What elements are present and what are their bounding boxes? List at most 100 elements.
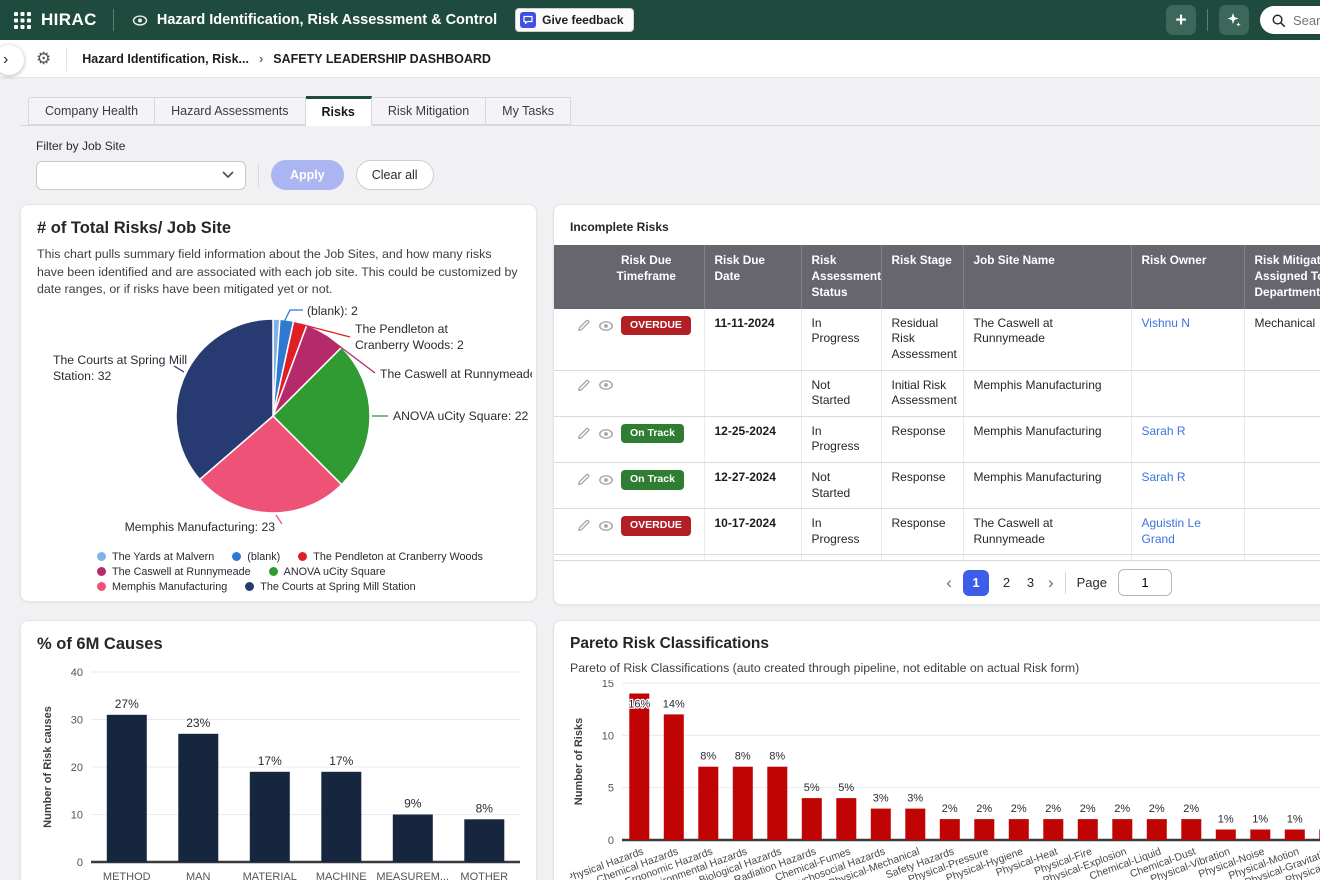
view-record-icon[interactable] xyxy=(598,519,614,533)
search-icon xyxy=(1271,13,1286,28)
table-header-row: Risk Due Timeframe Risk Due Date Risk As… xyxy=(554,245,1320,309)
pie-callout-label: Station: 32 xyxy=(53,369,111,383)
app-grid-icon[interactable] xyxy=(14,12,31,29)
breadcrumb-current-page: SAFETY LEADERSHIP DASHBOARD xyxy=(273,52,491,66)
cell-risk-stage: Response xyxy=(892,424,946,438)
add-button[interactable]: + xyxy=(1166,5,1196,35)
col-risk-stage[interactable]: Risk Stage xyxy=(881,245,963,309)
give-feedback-button[interactable]: Give feedback xyxy=(515,8,633,32)
edit-record-icon[interactable] xyxy=(576,426,591,441)
cell-job-site: Memphis Manufacturing xyxy=(974,470,1102,484)
panel-title: % of 6M Causes xyxy=(37,635,520,654)
legend-dot xyxy=(245,582,254,591)
edit-record-icon[interactable] xyxy=(576,472,591,487)
page-title: Hazard Identification, Risk Assessment &… xyxy=(157,12,497,28)
apply-button[interactable]: Apply xyxy=(271,160,344,190)
legend-label: ANOVA uCity Square xyxy=(284,566,386,578)
legend-item[interactable]: The Pendleton at Cranberry Woods xyxy=(298,551,483,563)
cell-due-date: 12-25-2024 xyxy=(715,424,776,438)
cell-assessment-status: In Progress xyxy=(812,316,860,346)
bar xyxy=(802,798,822,840)
legend-item[interactable]: The Yards at Malvern xyxy=(97,551,214,563)
table-title: Incomplete Risks xyxy=(554,205,1320,245)
col-risk-mitigation-department[interactable]: Risk Mitigation Assigned To - Department xyxy=(1244,245,1320,309)
page-3-button[interactable]: 3 xyxy=(1024,575,1037,590)
tab-risk-mitigation[interactable]: Risk Mitigation xyxy=(372,97,486,125)
bar xyxy=(836,798,856,840)
cell-due-date: 11-11-2024 xyxy=(715,316,775,330)
bar-value-label: 16% xyxy=(628,698,650,710)
tab-my-tasks[interactable]: My Tasks xyxy=(486,97,571,125)
view-record-icon[interactable] xyxy=(598,378,614,392)
panel-subtitle: Pareto of Risk Classifications (auto cre… xyxy=(570,661,1320,675)
legend-dot xyxy=(97,567,106,576)
risk-owner-link[interactable]: Sarah R xyxy=(1142,424,1186,438)
bar-value-label: 2% xyxy=(1011,803,1027,815)
view-record-icon[interactable] xyxy=(598,473,614,487)
page-number-input[interactable] xyxy=(1118,569,1172,596)
view-record-icon[interactable] xyxy=(598,427,614,441)
risk-owner-link[interactable]: Sarah R xyxy=(1142,470,1186,484)
tab-hazard-assessments[interactable]: Hazard Assessments xyxy=(155,97,305,125)
page-1-button[interactable]: 1 xyxy=(963,570,989,596)
col-risk-due-date[interactable]: Risk Due Date xyxy=(704,245,801,309)
pie-callout-label: Memphis Manufacturing: 23 xyxy=(125,520,276,534)
edit-record-icon[interactable] xyxy=(576,378,591,393)
settings-gear-icon[interactable]: ⚙ xyxy=(36,49,51,69)
legend-item[interactable]: The Courts at Spring Mill Station xyxy=(245,581,415,593)
eye-icon xyxy=(132,14,148,27)
page-2-button[interactable]: 2 xyxy=(1000,575,1013,590)
view-record-icon[interactable] xyxy=(598,319,614,333)
legend-item[interactable]: The Caswell at Runnymeade xyxy=(97,566,251,578)
legend-item[interactable]: ANOVA uCity Square xyxy=(269,566,386,578)
panel-title: Pareto Risk Classifications xyxy=(570,635,1320,653)
cell-assessment-status: Not Started xyxy=(812,378,851,408)
breadcrumb-divider xyxy=(66,47,67,71)
col-risk-owner[interactable]: Risk Owner xyxy=(1131,245,1244,309)
clear-all-button[interactable]: Clear all xyxy=(356,160,434,190)
y-tick-label: 30 xyxy=(71,715,83,727)
y-tick-label: 0 xyxy=(77,857,83,869)
ai-sparkle-button[interactable] xyxy=(1219,5,1249,35)
next-page-button[interactable]: › xyxy=(1048,574,1054,591)
search-input[interactable] xyxy=(1293,13,1320,28)
bar-value-label: 3% xyxy=(907,793,923,805)
panel-description: This chart pulls summary field informati… xyxy=(37,246,520,299)
legend-item[interactable]: Memphis Manufacturing xyxy=(97,581,227,593)
cell-assessment-status: Not Started xyxy=(812,470,851,500)
pie-callout-label: Cranberry Woods: 2 xyxy=(355,338,464,352)
y-axis-label: Number of Risk causes xyxy=(42,706,54,828)
bar xyxy=(1009,819,1029,840)
bar-value-label: 9% xyxy=(404,797,422,811)
cell-department: Mechanical xyxy=(1255,316,1316,330)
table-row: Not StartedInitial Risk AssessmentMemphi… xyxy=(554,370,1320,416)
bar-value-label: 2% xyxy=(942,803,958,815)
filter-controls: Apply Clear all xyxy=(36,160,1320,190)
timeframe-badge: On Track xyxy=(621,470,684,490)
prev-page-button[interactable]: ‹ xyxy=(946,574,952,591)
col-job-site-name[interactable]: Job Site Name xyxy=(963,245,1131,309)
bar xyxy=(940,819,960,840)
search-bar[interactable] xyxy=(1260,6,1320,34)
col-risk-due-timeframe[interactable]: Risk Due Timeframe xyxy=(554,245,704,309)
chevron-down-icon xyxy=(222,171,234,179)
cell-job-site: Memphis Manufacturing xyxy=(974,378,1102,392)
risk-owner-link[interactable]: Aguistin Le Grand xyxy=(1142,516,1201,546)
timeframe-badge: OVERDUE xyxy=(621,516,691,536)
bar-value-label: 5% xyxy=(838,782,854,794)
table-row: On Track12-27-2024Not StartedResponseMem… xyxy=(554,462,1320,508)
x-tick-label: MACHINE xyxy=(316,871,367,880)
legend-item[interactable]: (blank) xyxy=(232,551,280,563)
breadcrumb-app-link[interactable]: Hazard Identification, Risk... xyxy=(82,52,249,66)
bar xyxy=(698,767,718,840)
bar-value-label: 1% xyxy=(1218,814,1234,826)
edit-record-icon[interactable] xyxy=(576,318,591,333)
risk-owner-link[interactable]: Vishnu N xyxy=(1142,316,1190,330)
edit-record-icon[interactable] xyxy=(576,518,591,533)
6m-causes-bar-chart: 01020304027%METHOD23%MAN17%MATERIAL17%MA… xyxy=(37,662,524,880)
job-site-select[interactable] xyxy=(36,161,246,190)
tab-risks[interactable]: Risks xyxy=(306,96,372,126)
col-risk-assessment-status[interactable]: Risk Assessment Status xyxy=(801,245,881,309)
tab-company-health[interactable]: Company Health xyxy=(28,97,155,125)
cell-job-site: Memphis Manufacturing xyxy=(974,424,1102,438)
